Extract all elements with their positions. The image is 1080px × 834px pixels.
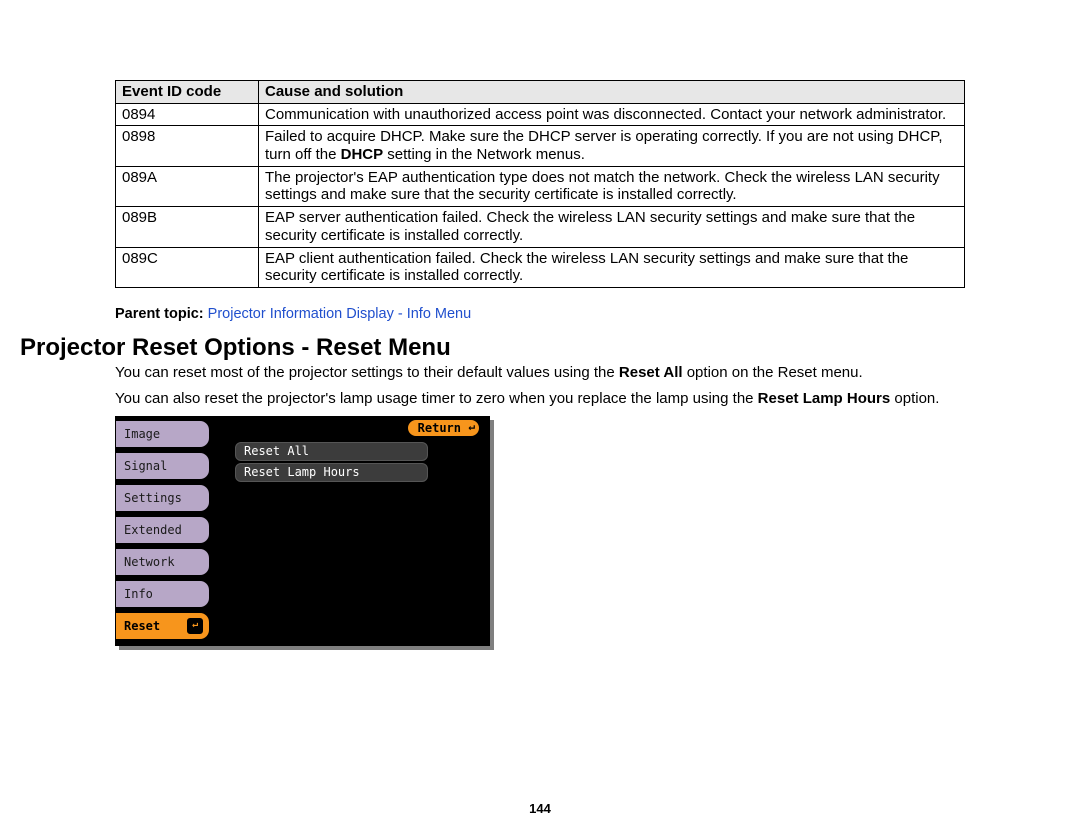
osd-side-tabs: Image Signal Settings Extended Network I… <box>115 416 216 654</box>
event-cause: The projector's EAP authentication type … <box>259 166 965 206</box>
osd-menu-screenshot: Image Signal Settings Extended Network I… <box>115 416 490 646</box>
event-cause: EAP client authentication failed. Check … <box>259 247 965 287</box>
osd-tab-image: Image <box>115 420 210 448</box>
osd-return-button: Return <box>407 419 480 437</box>
osd-tab-info: Info <box>115 580 210 608</box>
osd-tab-signal: Signal <box>115 452 210 480</box>
text: You can reset most of the projector sett… <box>115 364 619 381</box>
osd-tab-network: Network <box>115 548 210 576</box>
page-number: 144 <box>0 801 1080 816</box>
text: You can also reset the projector's lamp … <box>115 390 758 407</box>
text: option. <box>890 390 939 407</box>
table-row: 089C EAP client authentication failed. C… <box>116 247 965 287</box>
osd-item-reset-lamp-hours: Reset Lamp Hours <box>235 463 428 482</box>
osd-tab-extended: Extended <box>115 516 210 544</box>
text: option on the Reset menu. <box>683 364 863 381</box>
body-paragraph: You can also reset the projector's lamp … <box>115 390 965 408</box>
table-header-cause: Cause and solution <box>259 81 965 104</box>
event-code: 0898 <box>116 126 259 166</box>
bold-text: DHCP <box>341 146 384 163</box>
event-cause: Failed to acquire DHCP. Make sure the DH… <box>259 126 965 166</box>
table-row: 0898 Failed to acquire DHCP. Make sure t… <box>116 126 965 166</box>
text: setting in the Network menus. <box>383 146 585 163</box>
table-row: 089A The projector's EAP authentication … <box>116 166 965 206</box>
event-code: 089C <box>116 247 259 287</box>
body-paragraph: You can reset most of the projector sett… <box>115 364 965 382</box>
osd-main-panel: Return Reset All Reset Lamp Hours <box>223 416 490 646</box>
bold-text: Reset Lamp Hours <box>758 390 891 407</box>
osd-tab-reset: Reset ↵ <box>115 612 210 640</box>
event-cause: EAP server authentication failed. Check … <box>259 207 965 247</box>
enter-icon: ↵ <box>187 618 203 634</box>
section-heading: Projector Reset Options - Reset Menu <box>20 334 965 362</box>
parent-topic: Parent topic: Projector Information Disp… <box>115 306 965 322</box>
event-code: 0894 <box>116 103 259 126</box>
table-row: 089B EAP server authentication failed. C… <box>116 207 965 247</box>
event-code: 089A <box>116 166 259 206</box>
osd-tab-settings: Settings <box>115 484 210 512</box>
osd-item-reset-all: Reset All <box>235 442 428 461</box>
osd-tab-label: Reset <box>124 619 160 633</box>
event-id-table: Event ID code Cause and solution 0894 Co… <box>115 80 965 288</box>
bold-text: Reset All <box>619 364 683 381</box>
event-code: 089B <box>116 207 259 247</box>
table-header-code: Event ID code <box>116 81 259 104</box>
table-row: 0894 Communication with unauthorized acc… <box>116 103 965 126</box>
parent-topic-link[interactable]: Projector Information Display - Info Men… <box>208 306 472 322</box>
parent-topic-label: Parent topic: <box>115 306 204 322</box>
event-cause: Communication with unauthorized access p… <box>259 103 965 126</box>
